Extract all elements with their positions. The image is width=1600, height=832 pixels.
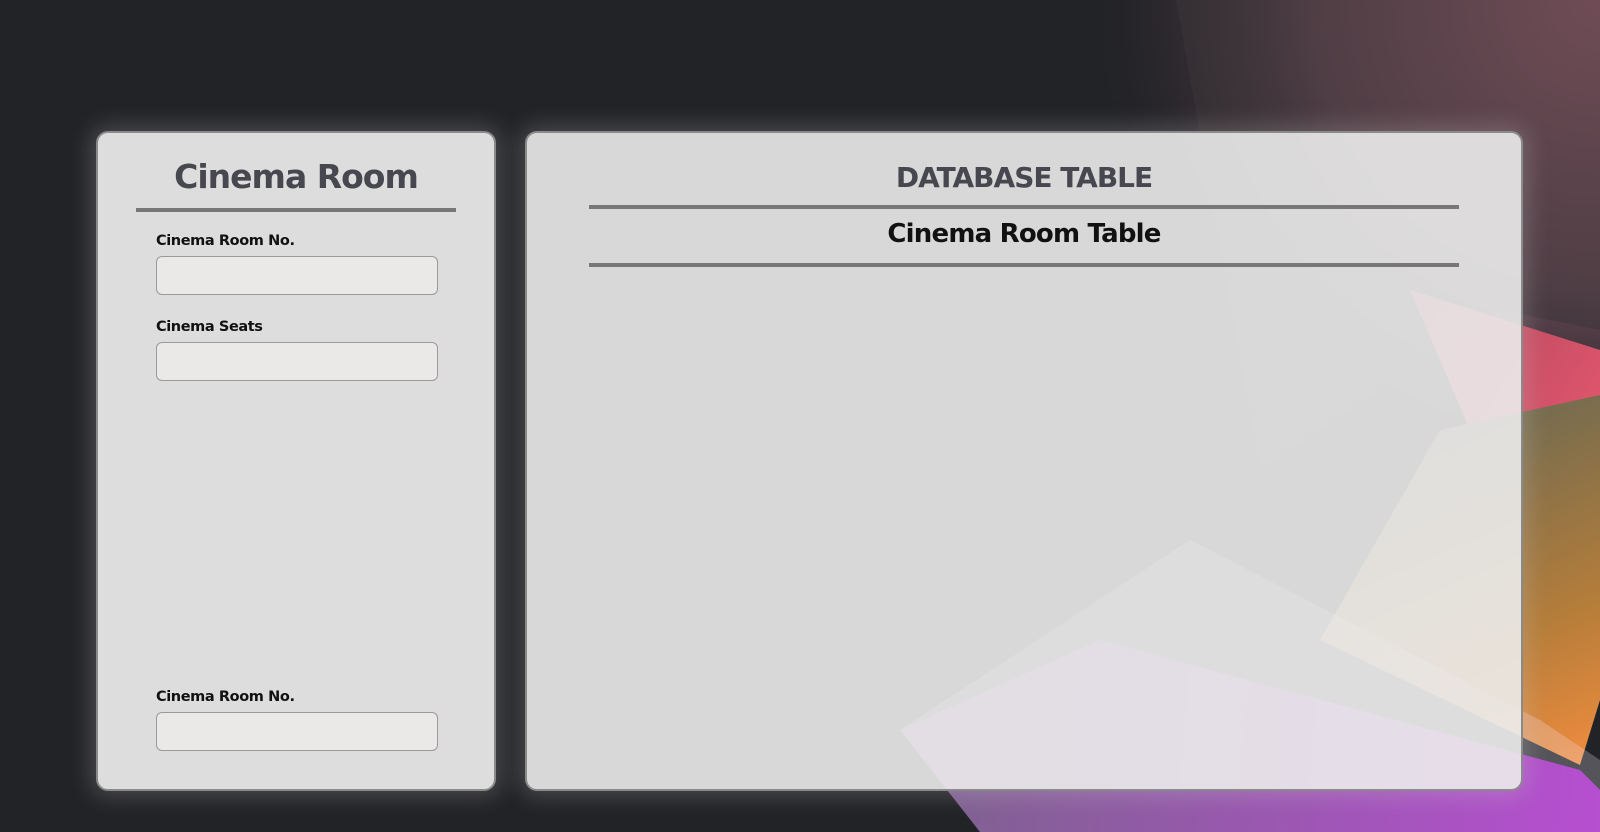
table-title: Cinema Room Table	[887, 219, 1161, 249]
room-no-label: Cinema Room No.	[156, 233, 295, 249]
seats-input[interactable]	[156, 342, 438, 381]
room-no-field-group: Cinema Room No.	[156, 232, 438, 295]
lookup-room-no-field-group: Cinema Room No.	[156, 688, 438, 751]
database-title: DATABASE TABLE	[895, 161, 1153, 194]
database-table-panel: DATABASE TABLE Cinema Room Table	[525, 131, 1523, 791]
form-title: Cinema Room	[174, 157, 419, 196]
room-no-input[interactable]	[156, 256, 438, 295]
title-divider	[136, 208, 456, 212]
lookup-room-no-label: Cinema Room No.	[156, 689, 295, 705]
seats-field-group: Cinema Seats	[156, 318, 438, 381]
seats-label: Cinema Seats	[156, 319, 263, 335]
cinema-room-table-area	[589, 267, 1459, 747]
cinema-room-form-panel: Cinema Room Cinema Room No. Cinema Seats…	[96, 131, 496, 791]
lookup-room-no-input[interactable]	[156, 712, 438, 751]
